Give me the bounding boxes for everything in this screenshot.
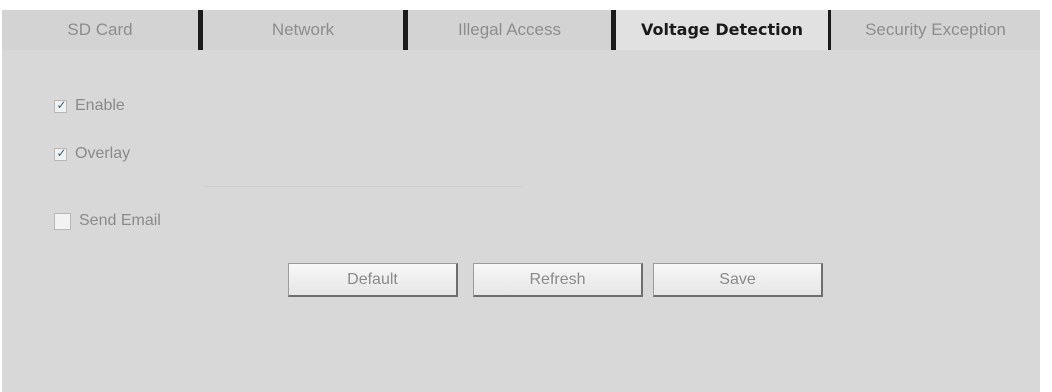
overlay-label: Overlay [75,145,131,162]
enable-label: Enable [75,97,125,114]
tab-strip: SD Card Network Illegal Access Voltage D… [2,10,1040,50]
tab-network[interactable]: Network [203,10,403,50]
voltage-detection-page: SD Card Network Illegal Access Voltage D… [0,0,1052,392]
refresh-button[interactable]: Refresh [473,263,643,297]
enable-checkbox[interactable]: ✓ [54,97,67,113]
enable-option[interactable]: ✓ Enable [54,95,125,117]
settings-panel: ✓ Enable ✓ Overlay Send Email Default Re… [2,50,1040,392]
send-email-checkbox[interactable] [54,212,71,230]
checkmark-icon: ✓ [56,145,67,160]
send-email-option[interactable]: Send Email [54,210,161,232]
tab-sd-card[interactable]: SD Card [2,10,198,50]
default-button[interactable]: Default [288,263,458,297]
save-button[interactable]: Save [653,263,823,297]
section-divider [202,186,522,187]
overlay-option[interactable]: ✓ Overlay [54,143,130,165]
checkmark-icon: ✓ [56,97,67,112]
tab-illegal-access[interactable]: Illegal Access [408,10,611,50]
tab-voltage-detection[interactable]: Voltage Detection [616,10,828,50]
send-email-label: Send Email [79,212,161,229]
tab-security-exception[interactable]: Security Exception [831,10,1040,50]
overlay-checkbox[interactable]: ✓ [54,145,67,161]
